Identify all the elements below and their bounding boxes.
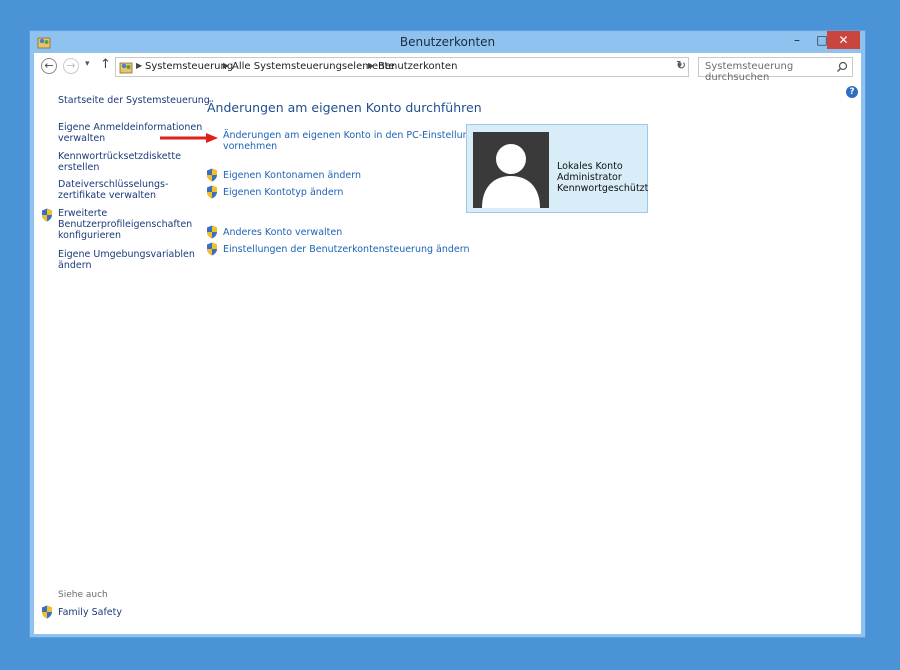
sidebar-item-label: erstellen [58, 162, 100, 173]
sidebar-item-env-variables[interactable]: Eigene Umgebungsvariablen ändern [58, 249, 195, 271]
forward-arrow-icon[interactable]: → [63, 58, 79, 74]
refresh-icon[interactable]: ↻ [674, 58, 688, 76]
sidebar-home-link[interactable]: Startseite der Systemsteuerung [58, 95, 210, 106]
minimize-button[interactable]: – [784, 31, 810, 49]
sidebar-item-label: Eigene Anmeldeinformationen [58, 122, 203, 133]
manage-other-account-link[interactable]: Anderes Konto verwalten [223, 227, 342, 238]
uac-shield-icon [207, 225, 217, 239]
see-also-label: Siehe auch [58, 590, 108, 600]
back-arrow-icon[interactable]: ← [41, 58, 57, 74]
account-role: Administrator [557, 172, 622, 183]
uac-shield-icon [207, 168, 217, 182]
account-card: Lokales Konto Administrator Kennwortgesc… [466, 124, 648, 213]
account-type: Lokales Konto [557, 161, 623, 172]
red-arrow-icon [160, 133, 218, 143]
chevron-right-icon[interactable]: ▶ [368, 61, 374, 70]
recent-locations-chevron-icon[interactable]: ▾ [85, 59, 90, 69]
window: Benutzerkonten – □ ✕ ← → ▾ ↑ ▶ Systemste… [29, 30, 866, 638]
sidebar-item-reset-disk[interactable]: Kennwortrücksetzdiskette erstellen [58, 151, 181, 173]
control-panel-icon [119, 62, 133, 74]
sidebar-item-label: Kennwortrücksetzdiskette [58, 151, 181, 162]
sidebar-item-profile-properties[interactable]: Erweiterte Benutzerprofileigenschaften k… [58, 208, 192, 241]
family-safety-link[interactable]: Family Safety [58, 607, 122, 618]
breadcrumb-benutzerkonten[interactable]: Benutzerkonten [378, 61, 457, 72]
sidebar-item-label: Dateiverschlüsselungs- [58, 179, 169, 190]
uac-shield-icon [42, 605, 52, 619]
uac-shield-icon [42, 208, 52, 222]
pc-settings-label: vornehmen [223, 141, 278, 152]
sidebar-item-label: Erweiterte [58, 208, 108, 219]
address-bar[interactable]: ▶ Systemsteuerung ▶ Alle Systemsteuerung… [115, 57, 689, 77]
change-account-type-link[interactable]: Eigenen Kontotyp ändern [223, 187, 343, 198]
content-area: ? Startseite der Systemsteuerung Eigene … [34, 81, 861, 634]
chevron-right-icon[interactable]: ▶ [223, 61, 229, 70]
pc-settings-label: Änderungen am eigenen Konto in den PC-Ei… [223, 130, 487, 141]
search-box[interactable]: Systemsteuerung durchsuchen [698, 57, 853, 83]
uac-shield-icon [207, 242, 217, 256]
breadcrumb-systemsteuerung[interactable]: Systemsteuerung [145, 61, 233, 72]
sidebar-item-encryption-certs[interactable]: Dateiverschlüsselungs- zertifikate verwa… [58, 179, 168, 201]
uac-settings-link[interactable]: Einstellungen der Benutzerkontensteuerun… [223, 244, 470, 255]
search-placeholder[interactable]: Systemsteuerung durchsuchen [705, 61, 852, 83]
sidebar-item-label: ändern [58, 260, 92, 271]
navigation-bar: ← → ▾ ↑ ▶ Systemsteuerung ▶ Alle Systems… [34, 53, 861, 83]
sidebar-item-label: Eigene Umgebungsvariablen [58, 249, 195, 260]
search-icon[interactable] [836, 61, 848, 73]
pc-settings-link[interactable]: Änderungen am eigenen Konto in den PC-Ei… [223, 130, 487, 152]
change-account-name-link[interactable]: Eigenen Kontonamen ändern [223, 170, 361, 181]
help-icon[interactable]: ? [846, 86, 858, 98]
sidebar-item-label: konfigurieren [58, 230, 121, 241]
page-title: Änderungen am eigenen Konto durchführen [207, 100, 482, 115]
close-button[interactable]: ✕ [827, 31, 860, 49]
window-title: Benutzerkonten [399, 35, 496, 49]
title-bar[interactable]: Benutzerkonten – □ ✕ [30, 31, 865, 53]
sidebar-item-label: Benutzerprofileigenschaften [58, 219, 193, 230]
up-arrow-icon[interactable]: ↑ [100, 57, 111, 72]
account-status: Kennwortgeschützt [557, 183, 649, 194]
chevron-right-icon[interactable]: ▶ [136, 61, 142, 70]
uac-shield-icon [207, 185, 217, 199]
user-avatar-icon[interactable] [473, 132, 549, 208]
sidebar-item-label: zertifikate verwalten [58, 190, 157, 201]
